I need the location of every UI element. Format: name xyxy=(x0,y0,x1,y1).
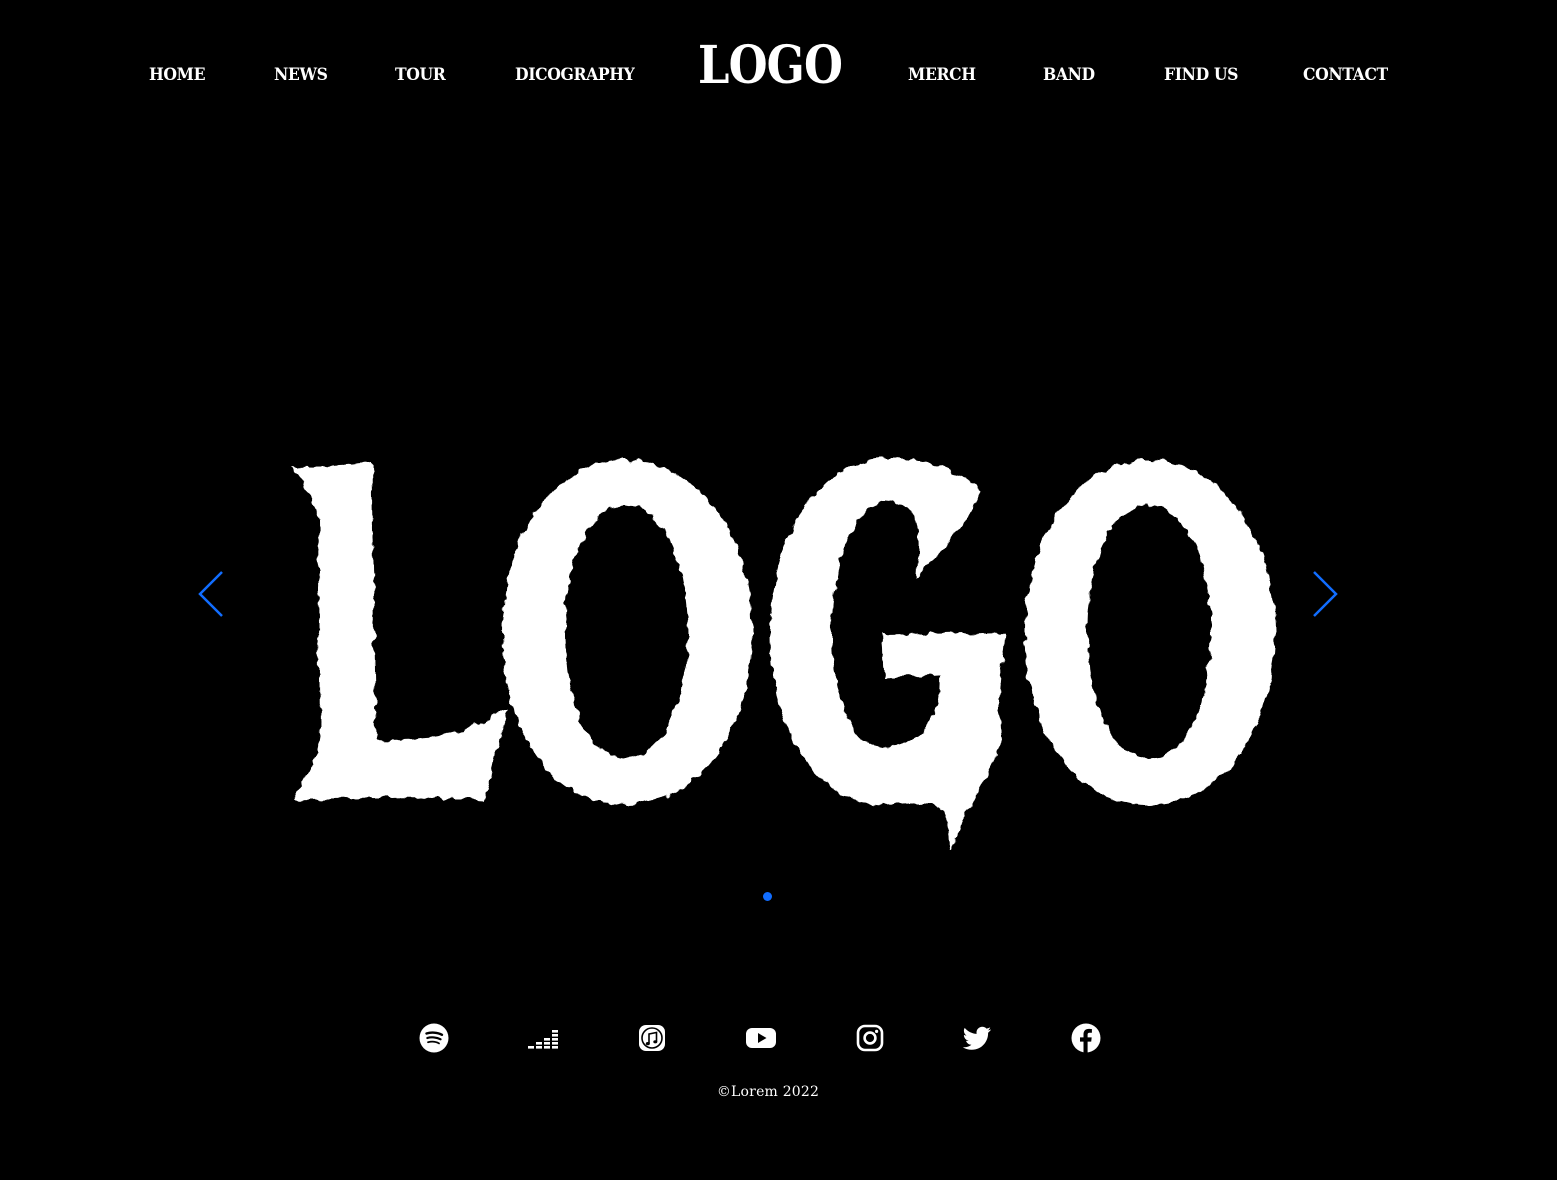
slide-dot-active[interactable] xyxy=(763,892,772,901)
nav-tour-link[interactable]: TOUR xyxy=(395,64,446,86)
hero-slideshow xyxy=(0,130,1557,930)
itunes-icon[interactable] xyxy=(636,1022,668,1054)
nav-merch-link[interactable]: MERCH xyxy=(908,64,976,86)
instagram-icon[interactable] xyxy=(854,1022,886,1054)
nav-find-us-link[interactable]: FIND US xyxy=(1164,64,1238,86)
nav-news-link[interactable]: NEWS xyxy=(274,64,328,86)
nav-discography-link[interactable]: DICOGRAPHY xyxy=(515,64,635,86)
youtube-icon[interactable] xyxy=(745,1022,777,1054)
header-logo[interactable]: LOGO xyxy=(698,34,843,98)
deezer-icon[interactable] xyxy=(527,1022,559,1054)
chevron-left-icon[interactable] xyxy=(192,564,232,624)
copyright-text: ©Lorem 2022 xyxy=(716,1084,820,1100)
slideshow-pagination xyxy=(763,892,772,901)
twitter-icon[interactable] xyxy=(961,1022,993,1054)
facebook-icon[interactable] xyxy=(1070,1022,1102,1054)
chevron-right-icon[interactable] xyxy=(1304,564,1344,624)
nav-home-link[interactable]: HOME xyxy=(149,64,206,86)
spotify-icon[interactable] xyxy=(418,1022,450,1054)
nav-band-link[interactable]: BAND xyxy=(1043,64,1095,86)
nav-contact-link[interactable]: CONTACT xyxy=(1303,64,1388,86)
